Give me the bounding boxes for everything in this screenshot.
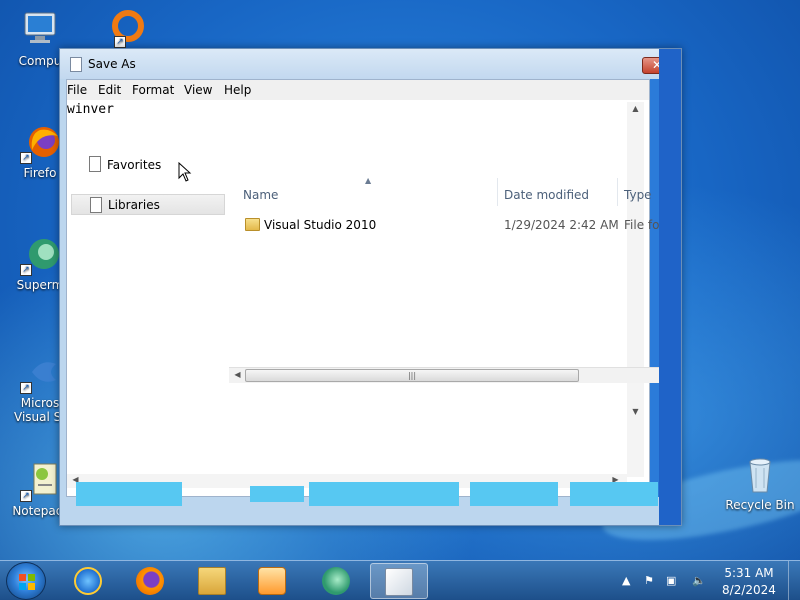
media-player-icon (258, 567, 286, 595)
folder-icon (198, 567, 226, 595)
column-header-date-modified[interactable]: Date modified (504, 188, 589, 202)
column-header-type[interactable]: Type (624, 188, 652, 202)
column-header-name[interactable]: Name (243, 188, 278, 202)
computer-icon (20, 10, 60, 50)
notepad-window-icon (70, 57, 82, 72)
taskbar-explorer[interactable] (186, 563, 238, 599)
show-desktop-button[interactable] (788, 561, 800, 600)
column-divider[interactable] (617, 178, 618, 206)
encoding-field[interactable] (250, 486, 304, 502)
recycle-bin-icon (740, 454, 780, 494)
clock-date[interactable]: 8/2/2024 (714, 583, 784, 597)
menu-file[interactable]: File (67, 83, 87, 97)
taskbar: ▲ ⚑ ▣ 🔈 5:31 AM 8/2/2024 (0, 560, 800, 600)
shortcut-arrow-icon: ↗ (20, 152, 32, 164)
clock-time[interactable]: 5:31 AM (714, 566, 784, 580)
taskbar-media-player[interactable] (246, 563, 298, 599)
visual-studio-icon: ↗ (20, 352, 60, 394)
file-list-horizontal-scrollbar[interactable]: ◀ ||| ▶ (229, 367, 677, 383)
save-button[interactable] (470, 482, 558, 506)
taskbar-notepad[interactable] (370, 563, 428, 599)
nav-label: Favorites (107, 158, 162, 172)
taskbar-internet-explorer[interactable] (62, 563, 114, 599)
supermium-icon: ↗ (20, 234, 60, 276)
save-as-window: Save As ✕ File Edit Format View Help win… (59, 48, 682, 526)
system-tray: ▲ ⚑ ▣ 🔈 5:31 AM 8/2/2024 (616, 561, 800, 600)
firefox-icon (136, 567, 164, 595)
scroll-thumb[interactable]: ||| (245, 369, 579, 382)
dialog-client-area: File Edit Format View Help winver ▲ ▼ Fa… (66, 79, 679, 497)
sort-ascending-icon: ▲ (365, 178, 372, 185)
shortcut-arrow-icon: ↗ (20, 382, 32, 394)
desktop-icon-label: Recycle Bin (725, 498, 795, 512)
file-list: ▲ Name Date modified Type Visual Studio … (229, 178, 679, 378)
nav-label: Libraries (108, 198, 160, 212)
window-right-strip (659, 49, 681, 525)
taskbar-supermium[interactable] (310, 563, 362, 599)
nav-item-libraries[interactable]: Libraries (71, 194, 225, 215)
folder-icon (245, 218, 260, 231)
desktop-icon-app[interactable]: ↗ (88, 6, 160, 50)
volume-muted-icon[interactable]: 🔈 (692, 574, 706, 588)
orange-ring-icon: ↗ (104, 6, 144, 48)
mouse-cursor-icon (178, 162, 192, 182)
menu-help[interactable]: Help (224, 83, 251, 97)
libraries-icon (90, 197, 102, 213)
taskbar-firefox[interactable] (124, 563, 176, 599)
save-type-dropdown[interactable] (309, 482, 459, 506)
menu-edit[interactable]: Edit (98, 83, 121, 97)
scroll-left-arrow-icon[interactable]: ◀ (229, 370, 246, 379)
scroll-down-arrow-icon[interactable]: ▼ (627, 407, 644, 416)
menu-format[interactable]: Format (132, 83, 174, 97)
document-text[interactable]: winver (67, 102, 114, 117)
scroll-up-arrow-icon[interactable]: ▲ (627, 104, 644, 113)
show-hidden-icons-icon[interactable]: ▲ (622, 574, 636, 588)
nav-item-favorites[interactable]: Favorites (87, 154, 227, 174)
start-button[interactable] (6, 562, 46, 600)
file-name: Visual Studio 2010 (264, 218, 377, 232)
windows-logo-icon (19, 574, 35, 590)
desktop-icon-recycle-bin[interactable]: Recycle Bin (724, 454, 796, 512)
file-date: 1/29/2024 2:42 AM (504, 218, 619, 232)
column-divider[interactable] (497, 178, 498, 206)
menu-bar: File Edit Format View Help (67, 80, 649, 100)
firefox-icon: ↗ (20, 122, 60, 164)
action-center-flag-icon[interactable]: ⚑ (644, 574, 658, 588)
filename-field[interactable] (76, 482, 182, 506)
window-title: Save As (88, 57, 136, 71)
notepad-plus-icon: ↗ (20, 460, 60, 502)
shortcut-arrow-icon: ↗ (20, 264, 32, 276)
favorites-icon (89, 156, 101, 172)
shortcut-arrow-icon: ↗ (114, 36, 126, 48)
internet-explorer-icon (74, 567, 102, 595)
menu-view[interactable]: View (184, 83, 212, 97)
cancel-button[interactable] (570, 482, 658, 506)
supermium-icon (322, 567, 350, 595)
title-bar[interactable]: Save As ✕ (60, 49, 681, 79)
shortcut-arrow-icon: ↗ (20, 490, 32, 502)
network-icon[interactable]: ▣ (666, 574, 680, 588)
notepad-icon (385, 568, 413, 596)
